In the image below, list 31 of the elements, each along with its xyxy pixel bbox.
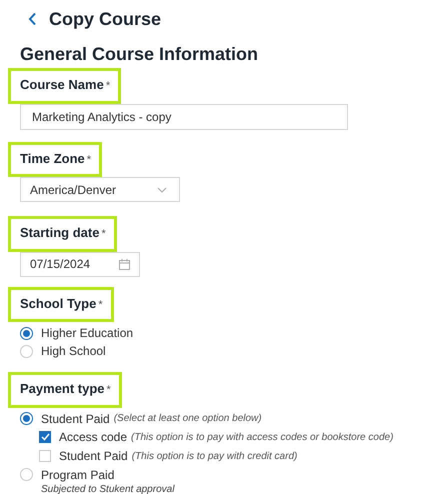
required-mark: *: [101, 227, 106, 242]
page-title: Copy Course: [49, 8, 162, 31]
radio-button[interactable]: [20, 412, 33, 425]
option-label: High School: [41, 343, 106, 360]
field-label: Course Name: [20, 76, 104, 94]
option-hint: (This option is to pay with access codes or bookstore code): [131, 430, 394, 444]
option-hint: (This option is to pay with credit card): [132, 450, 298, 464]
field-label: Payment type: [20, 380, 105, 398]
dropdown-field[interactable]: America/Denver: [20, 177, 180, 202]
chevron-down-icon: [157, 186, 167, 192]
calendar-icon: [119, 258, 130, 270]
option-label: Higher Education: [41, 325, 134, 342]
required-mark: *: [106, 383, 111, 398]
option-hint: (Select at least one option below): [114, 412, 262, 426]
required-mark: *: [98, 298, 103, 312]
radio-button[interactable]: [20, 326, 33, 340]
field-label: Starting date: [20, 224, 100, 242]
checkbox[interactable]: [39, 450, 51, 462]
required-mark: *: [86, 152, 92, 168]
option-note: Subjected to Stukent approval: [41, 482, 176, 494]
option-label: Student Paid: [59, 448, 128, 465]
date-field[interactable]: 07/15/2024: [20, 252, 140, 276]
option-label: Access code: [59, 429, 128, 446]
section-title: General Course Information: [20, 43, 260, 66]
required-mark: *: [106, 79, 110, 94]
field-label: Time Zone: [20, 150, 85, 168]
text-field[interactable]: Marketing Analytics - copy: [20, 104, 348, 130]
field-label: School Type: [20, 294, 96, 313]
checkbox[interactable]: [39, 431, 51, 443]
option-label: Student Paid: [41, 410, 110, 428]
option-label: Program Paid: [41, 466, 114, 484]
